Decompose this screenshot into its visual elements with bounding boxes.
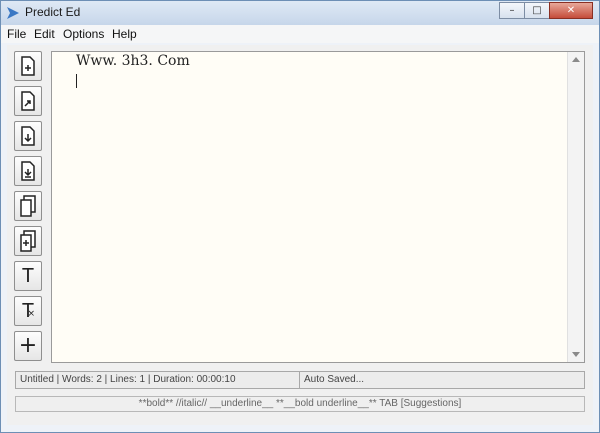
save-as-document-icon: [21, 161, 35, 181]
text-editor[interactable]: Www. 3h3. Com: [51, 51, 585, 363]
formatting-hint-bar: **bold** //italic// __underline__ **__bo…: [15, 396, 585, 412]
editor-content: Www. 3h3. Com: [76, 53, 190, 69]
menu-bar: File Edit Options Help: [1, 25, 599, 43]
text-format-icon: T: [21, 265, 35, 287]
document-stats-status: Untitled | Words: 2 | Lines: 1 | Duratio…: [15, 371, 302, 389]
minimize-button[interactable]: –: [499, 2, 525, 19]
menu-file[interactable]: File: [7, 27, 26, 41]
text-format-button[interactable]: T: [14, 261, 42, 291]
plus-icon: +: [18, 333, 38, 358]
copy-document-icon: [20, 195, 36, 217]
window-controls: – □ ✕: [499, 2, 593, 19]
menu-options[interactable]: Options: [63, 27, 104, 41]
vertical-toolbar: T T × +: [14, 51, 46, 366]
maximize-button[interactable]: □: [524, 2, 550, 19]
menu-help[interactable]: Help: [112, 27, 137, 41]
add-document-button[interactable]: [14, 226, 42, 256]
save-document-button[interactable]: [14, 121, 42, 151]
clear-format-button[interactable]: T ×: [14, 296, 42, 326]
app-logo-icon: [7, 7, 19, 19]
window-title: Predict Ed: [25, 5, 81, 19]
text-caret: [76, 74, 77, 88]
add-button[interactable]: +: [14, 331, 42, 361]
save-as-document-button[interactable]: [14, 156, 42, 186]
clear-x-mark: ×: [27, 309, 35, 319]
client-area: T T × + Www. 3h3. Com Untitled | Words: …: [7, 45, 593, 425]
open-document-icon: [21, 91, 35, 111]
scroll-down-icon[interactable]: [572, 352, 580, 357]
close-button[interactable]: ✕: [549, 2, 593, 19]
scroll-up-icon[interactable]: [572, 57, 580, 62]
vertical-scrollbar[interactable]: [567, 52, 584, 362]
add-document-icon: [20, 230, 36, 252]
new-document-button[interactable]: [14, 51, 42, 81]
save-document-icon: [21, 126, 35, 146]
new-document-icon: [21, 56, 35, 76]
menu-edit[interactable]: Edit: [34, 27, 55, 41]
title-bar[interactable]: Predict Ed – □ ✕: [1, 1, 599, 25]
open-document-button[interactable]: [14, 86, 42, 116]
copy-document-button[interactable]: [14, 191, 42, 221]
app-window: Predict Ed – □ ✕ File Edit Options Help: [0, 0, 600, 433]
autosave-status: Auto Saved...: [299, 371, 585, 389]
